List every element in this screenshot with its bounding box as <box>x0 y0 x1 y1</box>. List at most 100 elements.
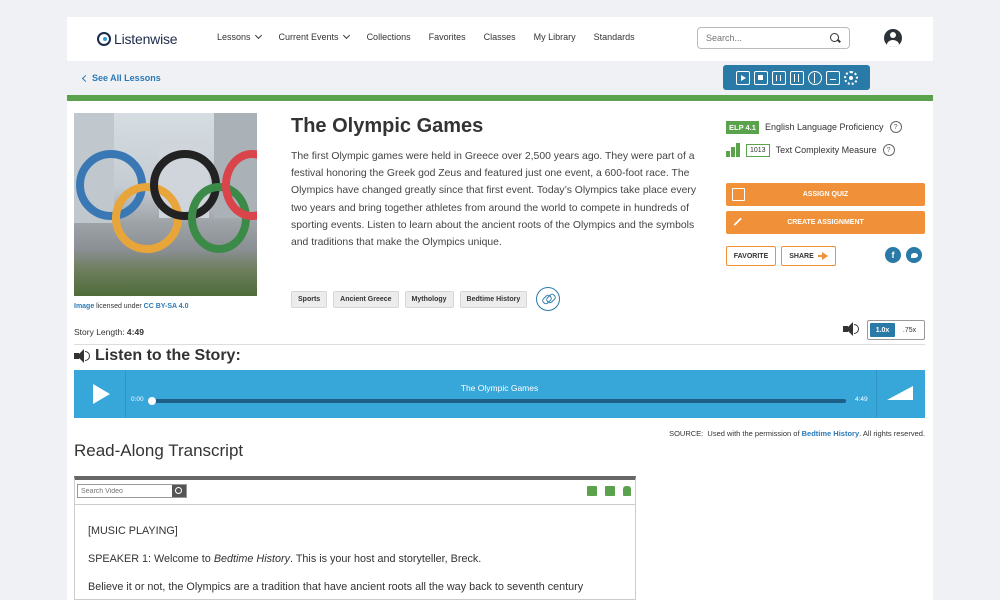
source-link[interactable]: Bedtime History <box>802 429 860 438</box>
see-all-lessons-label: See All Lessons <box>92 73 161 83</box>
green-accent-bar <box>67 95 933 101</box>
transcript-line: Believe it or not, the Olympics are a tr… <box>88 581 584 593</box>
chevron-down-icon <box>254 31 262 40</box>
search-icon[interactable] <box>829 32 841 44</box>
volume-icon <box>887 386 913 400</box>
transcript-search <box>77 484 187 498</box>
create-assignment-button[interactable]: CREATE ASSIGNMENT <box>726 211 925 234</box>
facebook-icon[interactable]: f <box>885 247 901 263</box>
tag-sports[interactable]: Sports <box>291 290 328 308</box>
assign-quiz-label: ASSIGN QUIZ <box>802 191 849 198</box>
lesson-image <box>74 113 257 296</box>
nav-my-library[interactable]: My Library <box>534 32 576 42</box>
logo-icon <box>97 32 111 46</box>
speed-1x-option[interactable]: 1.0x <box>870 323 895 337</box>
source-label: SOURCE: <box>669 429 704 438</box>
lexile-label: Text Complexity Measure <box>775 145 877 155</box>
section-divider <box>74 344 925 345</box>
logo-text: Listenwise <box>114 31 178 47</box>
globe-icon[interactable] <box>807 70 822 85</box>
source-credit: SOURCE: Used with the permission of Bedt… <box>623 429 925 438</box>
listen-heading-text: Listen to the Story: <box>95 347 241 364</box>
speed-075x-option[interactable]: .75x <box>897 323 922 337</box>
story-length: Story Length: 4:49 <box>74 327 144 337</box>
speaker-icon[interactable] <box>843 322 859 336</box>
nav-collections-label: Collections <box>366 32 411 42</box>
play-button[interactable] <box>74 370 126 418</box>
tag-ancient-greece[interactable]: Ancient Greece <box>333 290 399 308</box>
license-link[interactable]: CC BY-SA 4.0 <box>144 303 189 310</box>
nav-lessons[interactable]: Lessons <box>217 31 262 42</box>
book-icon[interactable] <box>789 70 804 85</box>
nav-collections[interactable]: Collections <box>367 32 411 42</box>
transcript-italic-text: Bedtime History <box>213 553 291 565</box>
image-credit-text: licensed under <box>94 303 144 310</box>
tag-list: Sports Ancient Greece Mythology Bedtime … <box>291 287 561 311</box>
current-time: 0:00 <box>131 396 144 403</box>
lesson-description: The first Olympic games were held in Gre… <box>291 151 697 249</box>
nav-lessons-label: Lessons <box>217 32 251 42</box>
listenwise-logo[interactable]: Listenwise <box>97 29 178 49</box>
search-box <box>697 27 850 49</box>
tag-bedtime-history[interactable]: Bedtime History <box>459 290 528 308</box>
top-header: Listenwise Lessons Current Events Collec… <box>67 17 933 61</box>
see-all-lessons-link[interactable]: See All Lessons <box>81 73 161 83</box>
share-arrow-icon <box>817 252 828 260</box>
play-icon[interactable] <box>735 70 750 85</box>
main-nav: Lessons Current Events Collections Favor… <box>217 31 653 42</box>
transcript-actions <box>587 486 631 496</box>
assign-quiz-button[interactable]: ASSIGN QUIZ <box>726 183 925 206</box>
progress-track[interactable] <box>152 399 846 403</box>
help-icon[interactable]: ? <box>889 121 902 133</box>
nav-my-library-label: My Library <box>533 32 576 42</box>
search-icon[interactable] <box>172 485 186 497</box>
twitter-icon[interactable] <box>906 247 922 263</box>
nav-current-events-label: Current Events <box>278 32 339 42</box>
lock-icon[interactable] <box>623 486 631 496</box>
user-account-icon[interactable] <box>884 29 902 47</box>
transcript-toolbar <box>75 480 635 505</box>
transcript-line-text: . This is your host and storyteller, Bre… <box>290 553 482 565</box>
transcript-line: [MUSIC PLAYING] <box>88 525 178 537</box>
source-text-end: . All rights reserved. <box>859 429 925 438</box>
image-credit-link[interactable]: Image <box>74 303 94 310</box>
nav-favorites-label: Favorites <box>428 32 466 42</box>
lexile-value: 1013 <box>746 143 770 157</box>
duration: 4:49 <box>855 396 868 403</box>
tag-mythology[interactable]: Mythology <box>404 290 454 308</box>
nav-classes[interactable]: Classes <box>484 32 516 42</box>
transcript-search-input[interactable] <box>78 485 172 497</box>
search-input[interactable] <box>706 33 821 43</box>
lesson-side-panel: ELP 4.1 English Language Proficiency ? 1… <box>726 117 925 160</box>
nav-standards-label: Standards <box>593 32 635 42</box>
help-icon[interactable]: ? <box>882 144 895 156</box>
share-label: SHARE <box>789 252 814 260</box>
quiz-icon <box>732 188 745 201</box>
favorite-label: FAVORITE <box>733 252 769 260</box>
speed-toggle: 1.0x .75x <box>867 320 925 340</box>
stop-icon[interactable] <box>753 70 768 85</box>
transcript-line-text: SPEAKER 1: Welcome to <box>88 553 214 565</box>
picture-icon[interactable] <box>825 70 840 85</box>
story-length-label: Story Length: <box>74 327 127 337</box>
download-icon[interactable] <box>605 486 615 496</box>
source-text: Used with the permission of <box>707 429 802 438</box>
lexile-metric: 1013 Text Complexity Measure ? <box>726 140 925 160</box>
nav-favorites[interactable]: Favorites <box>429 32 466 42</box>
favorite-button[interactable]: FAVORITE <box>726 246 776 266</box>
nav-current-events[interactable]: Current Events <box>278 31 350 42</box>
nav-standards[interactable]: Standards <box>594 32 635 42</box>
transcript-line: SPEAKER 1: Welcome to Bedtime History. T… <box>88 552 628 566</box>
print-icon[interactable] <box>587 486 597 496</box>
progress-knob[interactable] <box>148 397 156 405</box>
share-button[interactable]: SHARE <box>781 246 836 266</box>
gear-icon[interactable] <box>843 70 858 85</box>
audio-player: The Olympic Games 0:00 4:49 <box>74 370 925 418</box>
volume-control[interactable] <box>876 370 925 418</box>
link-icon[interactable] <box>536 287 561 311</box>
transcript-heading: Read-Along Transcript <box>74 441 244 460</box>
page: Listenwise Lessons Current Events Collec… <box>67 17 933 600</box>
elp-badge: ELP 4.1 <box>726 120 759 134</box>
listen-heading: Listen to the Story: <box>74 347 241 365</box>
pause-icon[interactable] <box>771 70 786 85</box>
